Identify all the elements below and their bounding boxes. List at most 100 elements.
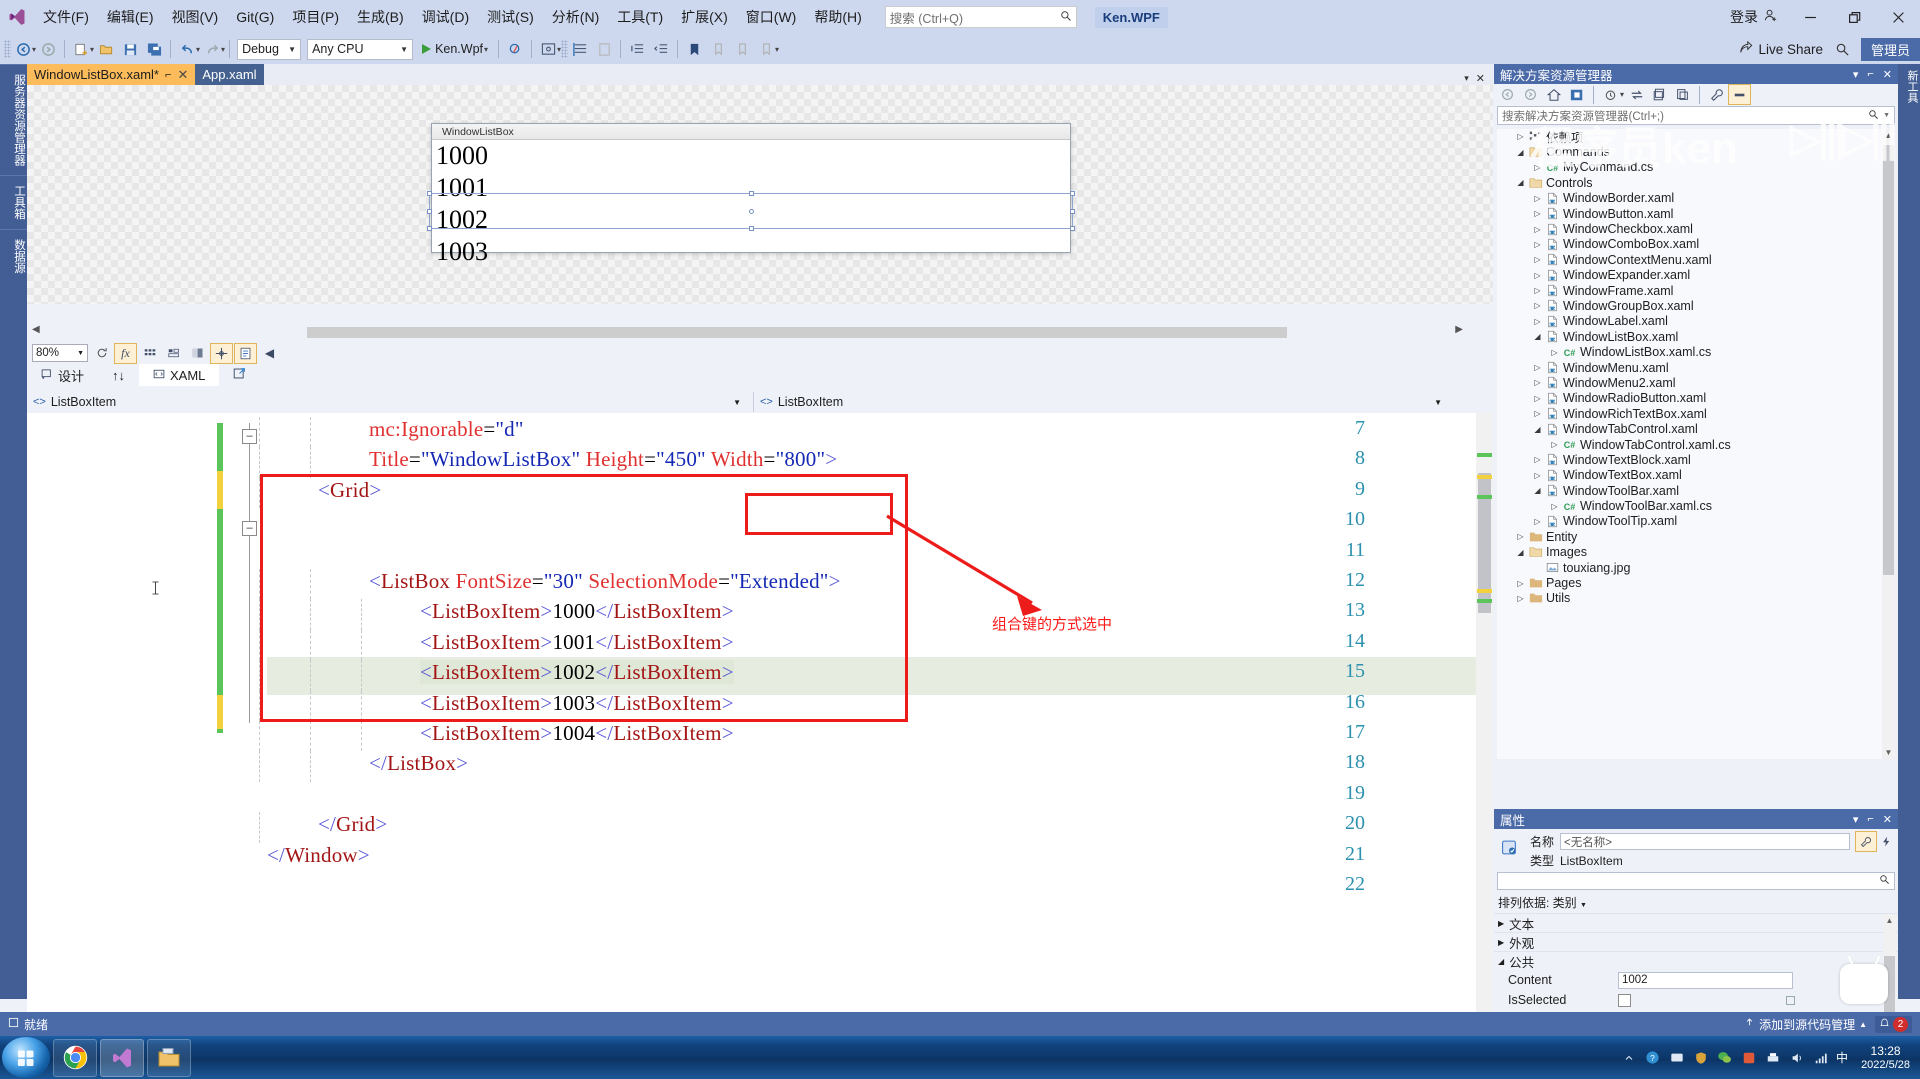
properties-tab-button[interactable] <box>1855 831 1877 852</box>
tray-wechat-icon[interactable] <box>1716 1049 1733 1066</box>
solution-tree-item[interactable]: ◢ Controls <box>1497 175 1887 190</box>
swap-panes-button[interactable]: ↑↓ <box>98 364 139 386</box>
feedback-search-icon[interactable] <box>1831 37 1855 61</box>
pin-icon[interactable]: ⌐ <box>165 69 171 81</box>
designer-disable-project-code-button[interactable] <box>234 342 257 364</box>
expand-arrow-right-icon[interactable]: ▷ <box>1531 286 1544 295</box>
expand-arrow-down-icon[interactable]: ◢ <box>1514 178 1527 187</box>
close-document-icon[interactable]: ✕ <box>1476 72 1485 85</box>
designer-hscroll-thumb[interactable] <box>307 327 1287 338</box>
solution-tree-item[interactable]: ▷ WindowButton.xaml <box>1497 206 1887 221</box>
global-search-input[interactable]: 搜索 (Ctrl+Q) <box>884 6 1077 28</box>
solution-tree-item[interactable]: ◢ WindowListBox.xaml <box>1497 329 1887 344</box>
toolbar-overflow-icon[interactable]: ▾ <box>775 45 779 54</box>
increase-indent-button[interactable] <box>625 37 649 61</box>
minimize-button[interactable] <box>1788 0 1832 34</box>
previous-bookmark-button[interactable] <box>706 37 730 61</box>
solution-tree-item[interactable]: ▷ WindowGroupBox.xaml <box>1497 298 1887 313</box>
solution-configuration-combo[interactable]: Debug ▼ <box>237 38 302 60</box>
events-tab-button[interactable] <box>1876 832 1896 851</box>
designer-opacity-button[interactable] <box>187 344 208 363</box>
code-line[interactable]: <Grid> <box>318 478 381 503</box>
expand-arrow-right-icon[interactable]: ▷ <box>1531 271 1544 280</box>
active-files-dropdown-icon[interactable]: ▾ <box>1464 73 1469 84</box>
property-checkbox[interactable] <box>1618 993 1631 1007</box>
solution-tree-item[interactable]: ▷ WindowRichTextBox.xaml <box>1497 406 1887 421</box>
expand-arrow-right-icon[interactable]: ▷ <box>1531 394 1544 403</box>
expand-arrow-right-icon[interactable]: ▷ <box>1531 517 1544 526</box>
expand-arrow-down-icon[interactable]: ◢ <box>1514 148 1527 157</box>
menu-edit[interactable]: 编辑(E) <box>98 0 163 34</box>
view-xaml-button[interactable]: XAML <box>139 364 220 386</box>
dock-tab-new-tools[interactable]: 新工具 <box>1898 64 1920 112</box>
chevron-down-icon[interactable]: ▼ <box>1434 398 1448 407</box>
sign-in-button[interactable]: 登录 <box>1720 7 1788 27</box>
scroll-down-arrow-icon[interactable]: ▼ <box>1882 746 1895 759</box>
designer-artboard-button[interactable] <box>210 342 233 364</box>
close-icon[interactable]: ✕ <box>177 67 188 83</box>
tray-ime-indicator[interactable]: 中 <box>1836 1049 1848 1066</box>
menu-extensions[interactable]: 扩展(X) <box>672 0 737 34</box>
tab-windowlistbox-xaml[interactable]: WindowListBox.xaml* ⌐ ✕ <box>27 64 196 85</box>
solution-tree-item[interactable]: ▷ WindowExpander.xaml <box>1497 268 1887 283</box>
next-bookmark-button[interactable] <box>730 37 754 61</box>
expand-arrow-right-icon[interactable]: ▷ <box>1531 378 1544 387</box>
tray-app-icon[interactable] <box>1740 1049 1757 1066</box>
solution-tree-item[interactable]: ◢ Images <box>1497 545 1887 560</box>
expand-arrow-right-icon[interactable]: ▷ <box>1514 532 1527 541</box>
scroll-right-arrow-icon[interactable]: ▶ <box>1455 324 1463 335</box>
code-line[interactable]: </ListBox> <box>369 751 468 776</box>
designer-collapse-button[interactable]: ◀ <box>259 344 280 363</box>
expand-arrow-right-icon[interactable]: ▷ <box>1531 194 1544 203</box>
expand-arrow-right-icon[interactable]: ▷ <box>1531 301 1544 310</box>
expand-arrow-down-icon[interactable]: ◢ <box>1531 486 1544 495</box>
expand-arrow-down-icon[interactable]: ◢ <box>1531 425 1544 434</box>
save-all-button[interactable] <box>142 37 166 61</box>
dock-tab-server-explorer[interactable]: 服务器资源管理器 <box>0 64 27 175</box>
expand-arrow-down-icon[interactable]: ◢ <box>1531 332 1544 341</box>
fold-toggle-grid[interactable]: – <box>242 429 257 444</box>
solution-tree-item[interactable]: ▷ Pages <box>1497 575 1887 590</box>
solution-tree-item[interactable]: ▷ WindowComboBox.xaml <box>1497 237 1887 252</box>
pin-icon[interactable]: ⌐ <box>1867 68 1873 81</box>
breadcrumb-left[interactable]: <> ListBoxItem ▼ <box>27 392 754 412</box>
se-preview-pane-button[interactable] <box>1728 84 1752 105</box>
chevron-down-icon[interactable]: ▾ <box>1853 68 1859 81</box>
designer-snaplines-button[interactable] <box>163 344 184 363</box>
design-listbox-item[interactable]: 1001 <box>436 172 1070 204</box>
restore-button[interactable] <box>1832 0 1876 34</box>
pop-out-designer-button[interactable] <box>219 364 260 386</box>
solution-tree-item[interactable]: ▷ WindowToolTip.xaml <box>1497 514 1887 529</box>
se-refresh-button[interactable] <box>1649 85 1670 104</box>
tray-volume-icon[interactable] <box>1788 1049 1805 1066</box>
xaml-code-editor[interactable]: – – 7 mc:Ignorable="d" 8 Title="WindowListB… <box>27 413 1493 1016</box>
properties-search-input[interactable] <box>1497 872 1895 890</box>
menu-analyze[interactable]: 分析(N) <box>543 0 608 34</box>
properties-sort-selector[interactable]: 排列依据: 类别 ▼ <box>1494 892 1898 913</box>
menu-help[interactable]: 帮助(H) <box>805 0 870 34</box>
code-line[interactable]: </Grid> <box>318 812 387 837</box>
expand-arrow-right-icon[interactable]: ▷ <box>1548 348 1561 357</box>
menu-git[interactable]: Git(G) <box>227 0 283 34</box>
xaml-designer-surface[interactable]: WindowListBox 1000 1001 1002 1003 <box>27 85 1493 304</box>
designer-effects-button[interactable]: fx <box>114 342 137 364</box>
menu-test[interactable]: 测试(S) <box>478 0 543 34</box>
solution-tree-item[interactable]: ▷ WindowCheckbox.xaml <box>1497 221 1887 236</box>
code-line[interactable]: <ListBoxItem>1002</ListBoxItem> <box>420 660 734 685</box>
solution-tree-item[interactable]: ▷ WindowMenu2.xaml <box>1497 375 1887 390</box>
start-button[interactable] <box>2 1037 50 1078</box>
start-debugging-button[interactable]: Ken.Wpf ▾ <box>416 37 494 61</box>
tray-printer-icon[interactable] <box>1764 1049 1781 1066</box>
menu-tools[interactable]: 工具(T) <box>608 0 672 34</box>
expand-arrow-right-icon[interactable]: ▷ <box>1531 455 1544 464</box>
dock-tab-toolbox[interactable]: 工具箱 <box>0 175 27 229</box>
designer-grid-button[interactable] <box>139 344 160 363</box>
expand-arrow-right-icon[interactable]: ▷ <box>1514 594 1527 603</box>
tray-help-icon[interactable]: ? <box>1644 1049 1661 1066</box>
toolbar-grip[interactable] <box>561 40 569 58</box>
se-switch-views-button[interactable] <box>1566 85 1587 104</box>
scroll-left-arrow-icon[interactable]: ◀ <box>32 324 40 335</box>
solution-tree-item[interactable]: ▷ C# WindowTabControl.xaml.cs <box>1497 437 1887 452</box>
tray-network-icon[interactable] <box>1812 1049 1829 1066</box>
chevron-down-icon[interactable]: ▼ <box>733 398 747 407</box>
